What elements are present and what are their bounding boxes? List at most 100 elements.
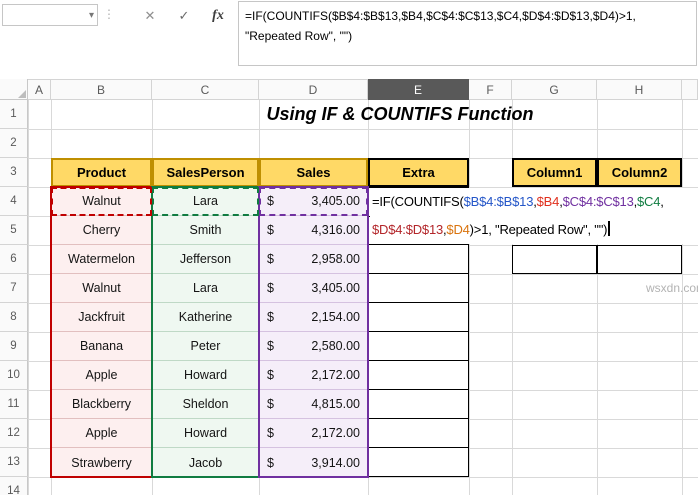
chevron-down-icon[interactable]: ▾	[89, 10, 94, 21]
cell-B4[interactable]: Walnut	[51, 187, 152, 216]
currency-symbol: $	[267, 252, 274, 266]
formula-segment: ,	[660, 194, 664, 209]
cell-C5[interactable]: Smith	[152, 216, 259, 245]
sales-value: 3,914.00	[311, 455, 360, 470]
cell-G3-column1-header[interactable]: Column1	[512, 158, 597, 187]
row-header-9[interactable]: 9	[0, 332, 28, 361]
cell-D6[interactable]: $2,958.00	[259, 245, 368, 274]
column-header-E[interactable]: E	[368, 79, 469, 100]
row-header-10[interactable]: 10	[0, 361, 28, 390]
cell-E8[interactable]	[369, 303, 468, 332]
name-box[interactable]: ▾	[2, 4, 98, 26]
formula-segment: $B$4:$B$13	[463, 194, 534, 209]
watermark: wsxdn.com	[646, 281, 698, 295]
sales-value: 2,580.00	[311, 339, 360, 353]
cell-formula-line2: $D$4:$D$13,$D4)>1, "Repeated Row", "")	[370, 216, 698, 244]
formula-input[interactable]: =IF(COUNTIFS($B$4:$B$13,$B4,$C$4:$C$13,$…	[238, 1, 697, 66]
row-header-4[interactable]: 4	[0, 187, 28, 216]
sales-value: 2,958.00	[311, 252, 360, 266]
cell-D9[interactable]: $2,580.00	[259, 332, 368, 361]
cell-C8[interactable]: Katherine	[152, 303, 259, 332]
cell-G6[interactable]	[512, 245, 597, 274]
text-cursor	[608, 221, 610, 236]
row-header-2[interactable]: 2	[0, 129, 28, 158]
enter-button[interactable]: ✓	[172, 6, 196, 26]
cell-E12[interactable]	[369, 419, 468, 448]
sales-value: 2,172.00	[311, 426, 360, 440]
column-header-A[interactable]: A	[28, 79, 51, 100]
currency-symbol: $	[267, 339, 274, 353]
column-header-F[interactable]: F	[469, 79, 512, 100]
column-header-G[interactable]: G	[512, 79, 597, 100]
row-header-7[interactable]: 7	[0, 274, 28, 303]
cell-B8[interactable]: Jackfruit	[51, 303, 152, 332]
row-header-11[interactable]: 11	[0, 390, 28, 419]
cell-B6[interactable]: Watermelon	[51, 245, 152, 274]
cell-C4[interactable]: Lara	[152, 187, 259, 216]
cell-D5[interactable]: $4,316.00	[259, 216, 368, 245]
row-header-6[interactable]: 6	[0, 245, 28, 274]
cell-E9[interactable]	[369, 332, 468, 361]
cell-E6[interactable]	[369, 245, 468, 274]
cell-C7[interactable]: Lara	[152, 274, 259, 303]
column-header-partial[interactable]	[682, 79, 698, 100]
cell-D11[interactable]: $4,815.00	[259, 390, 368, 419]
row-header-14[interactable]: 14	[0, 477, 28, 495]
cell-C9[interactable]: Peter	[152, 332, 259, 361]
cell-B11[interactable]: Blackberry	[51, 390, 152, 419]
cell-D8[interactable]: $2,154.00	[259, 303, 368, 332]
cell-D4[interactable]: $3,405.00	[259, 187, 368, 216]
cell-B12[interactable]: Apple	[51, 419, 152, 448]
column-header-C[interactable]: C	[152, 79, 259, 100]
row-header-8[interactable]: 8	[0, 303, 28, 332]
row-header-1[interactable]: 1	[0, 100, 28, 129]
gridline-vertical	[682, 100, 683, 495]
cell-E7[interactable]	[369, 274, 468, 303]
cell-E10[interactable]	[369, 361, 468, 390]
cell-B3-product-header[interactable]: Product	[51, 158, 152, 187]
cell-H6[interactable]	[597, 245, 682, 274]
cell-E11[interactable]	[369, 390, 468, 419]
cell-D10[interactable]: $2,172.00	[259, 361, 368, 390]
sales-value: 3,405.00	[311, 194, 360, 208]
currency-symbol: $	[267, 368, 274, 382]
formula-segment: $B4	[536, 194, 560, 209]
formula-bar: ▾ ⋮ ✕ ✓ fx =IF(COUNTIFS($B$4:$B$13,$B4,$…	[0, 0, 698, 68]
excel-window: ▾ ⋮ ✕ ✓ fx =IF(COUNTIFS($B$4:$B$13,$B4,$…	[0, 0, 698, 495]
currency-symbol: $	[267, 310, 274, 324]
cancel-button[interactable]: ✕	[138, 6, 162, 26]
column-header-H[interactable]: H	[597, 79, 682, 100]
gridline-horizontal	[28, 477, 698, 478]
currency-symbol: $	[267, 455, 274, 470]
cell-H3-column2-header[interactable]: Column2	[597, 158, 682, 187]
cell-E13[interactable]	[369, 448, 468, 477]
sales-value: 4,316.00	[311, 223, 360, 237]
cell-E3-extra-header[interactable]: Extra	[368, 158, 469, 187]
column-header-D[interactable]: D	[259, 79, 368, 100]
cell-B9[interactable]: Banana	[51, 332, 152, 361]
cell-B7[interactable]: Walnut	[51, 274, 152, 303]
row-header-5[interactable]: 5	[0, 216, 28, 245]
cell-D3-sales-header[interactable]: Sales	[259, 158, 368, 187]
cell-B13[interactable]: Strawberry	[51, 448, 152, 477]
cell-formula-editor[interactable]: =IF(COUNTIFS($B$4:$B$13,$B4,$C$4:$C$13,$…	[370, 188, 698, 244]
column-header-B[interactable]: B	[51, 79, 152, 100]
cell-B5[interactable]: Cherry	[51, 216, 152, 245]
cell-C11[interactable]: Sheldon	[152, 390, 259, 419]
sales-value: 2,172.00	[311, 368, 360, 382]
row-header-12[interactable]: 12	[0, 419, 28, 448]
cell-D7[interactable]: $3,405.00	[259, 274, 368, 303]
insert-function-button[interactable]: fx	[206, 6, 230, 26]
row-header-13[interactable]: 13	[0, 448, 28, 477]
cell-C10[interactable]: Howard	[152, 361, 259, 390]
cell-C6[interactable]: Jefferson	[152, 245, 259, 274]
cell-C12[interactable]: Howard	[152, 419, 259, 448]
cell-C3-salesperson-header[interactable]: SalesPerson	[152, 158, 259, 187]
cell-B10[interactable]: Apple	[51, 361, 152, 390]
cell-C13[interactable]: Jacob	[152, 448, 259, 477]
cell-D12[interactable]: $2,172.00	[259, 419, 368, 448]
cell-D13[interactable]: $3,914.00	[259, 448, 368, 477]
select-all-button[interactable]	[0, 79, 28, 100]
row-header-3[interactable]: 3	[0, 158, 28, 187]
formula-segment: =IF(COUNTIFS(	[372, 194, 464, 209]
